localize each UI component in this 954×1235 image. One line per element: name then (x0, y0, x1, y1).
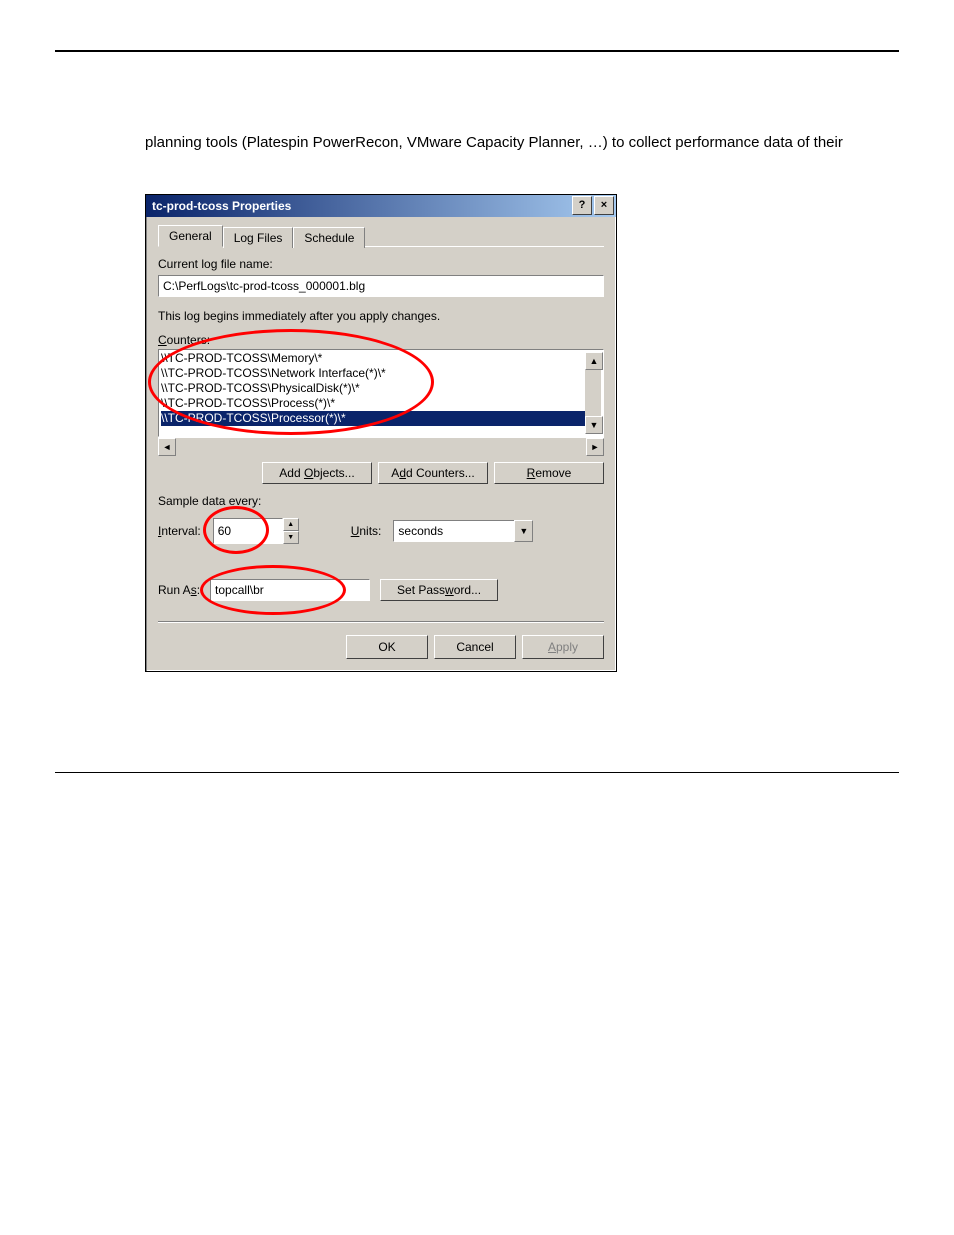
vertical-scrollbar[interactable]: ▲ ▼ (585, 352, 601, 434)
dialog-body: General Log Files Schedule Current log f… (146, 217, 616, 671)
apply-note: This log begins immediately after you ap… (158, 309, 604, 323)
scroll-right-icon[interactable]: ► (586, 438, 604, 456)
spinner-down-icon[interactable]: ▼ (283, 531, 299, 544)
current-log-file-label: Current log file name: (158, 257, 604, 271)
run-as-label: Run As: (158, 583, 200, 597)
tab-log-files[interactable]: Log Files (223, 227, 294, 248)
counters-label: Counters: (158, 333, 604, 347)
interval-input[interactable] (213, 518, 283, 544)
cancel-button[interactable]: Cancel (434, 635, 516, 659)
units-dropdown[interactable]: seconds ▼ (393, 520, 533, 542)
titlebar-buttons: ? × (572, 196, 614, 215)
scroll-down-icon[interactable]: ▼ (585, 416, 603, 434)
spinner-buttons: ▲ ▼ (283, 518, 299, 544)
set-password-button[interactable]: Set Password... (380, 579, 498, 601)
dialog-titlebar[interactable]: tc-prod-tcoss Properties ? × (146, 195, 616, 217)
ok-button[interactable]: OK (346, 635, 428, 659)
tab-schedule[interactable]: Schedule (293, 227, 365, 248)
remove-button[interactable]: Remove (494, 462, 604, 484)
apply-button[interactable]: Apply (522, 635, 604, 659)
interval-spinner: ▲ ▼ (213, 518, 299, 544)
dialog-footer: OK Cancel Apply (158, 635, 604, 659)
list-item[interactable]: \\TC-PROD-TCOSS\Process(*)\* (161, 396, 601, 411)
footer-divider (158, 621, 604, 623)
document-page: planning tools (Platespin PowerRecon, VM… (0, 0, 954, 813)
tab-general[interactable]: General (158, 225, 223, 247)
add-counters-button[interactable]: Add Counters... (378, 462, 488, 484)
add-objects-button[interactable]: Add Objects... (262, 462, 372, 484)
counter-buttons-row: Add Objects... Add Counters... Remove (158, 462, 604, 484)
current-log-file-field[interactable] (158, 275, 604, 297)
units-value: seconds (393, 520, 514, 542)
dialog-title: tc-prod-tcoss Properties (152, 199, 291, 213)
counters-listbox-wrap: \\TC-PROD-TCOSS\Memory\* \\TC-PROD-TCOSS… (158, 349, 604, 437)
help-icon[interactable]: ? (572, 196, 592, 215)
run-as-row: Run As: Set Password... (158, 579, 604, 601)
units-label: Units: (351, 524, 382, 538)
list-item[interactable]: \\TC-PROD-TCOSS\Memory\* (161, 351, 601, 366)
intro-paragraph: planning tools (Platespin PowerRecon, VM… (145, 132, 899, 154)
counters-list-content: \\TC-PROD-TCOSS\Memory\* \\TC-PROD-TCOSS… (159, 350, 603, 427)
list-item-selected[interactable]: \\TC-PROD-TCOSS\Processor(*)\* (161, 411, 601, 426)
interval-row: Interval: ▲ ▼ Units: seconds ▼ (158, 518, 604, 544)
sample-data-label: Sample data every: (158, 494, 604, 508)
tab-strip: General Log Files Schedule (158, 225, 604, 247)
list-item[interactable]: \\TC-PROD-TCOSS\Network Interface(*)\* (161, 366, 601, 381)
scroll-up-icon[interactable]: ▲ (585, 352, 603, 370)
chevron-down-icon[interactable]: ▼ (514, 520, 533, 542)
run-as-input[interactable] (210, 579, 370, 601)
counters-listbox[interactable]: \\TC-PROD-TCOSS\Memory\* \\TC-PROD-TCOSS… (158, 349, 604, 437)
scroll-left-icon[interactable]: ◄ (158, 438, 176, 456)
spinner-up-icon[interactable]: ▲ (283, 518, 299, 531)
properties-dialog: tc-prod-tcoss Properties ? × General Log… (145, 194, 617, 672)
top-divider (55, 50, 899, 52)
bottom-divider (55, 772, 899, 773)
close-icon[interactable]: × (594, 196, 614, 215)
list-item[interactable]: \\TC-PROD-TCOSS\PhysicalDisk(*)\* (161, 381, 601, 396)
horizontal-scrollbar[interactable]: ◄ ► (158, 437, 604, 454)
interval-label: Interval: (158, 524, 201, 538)
